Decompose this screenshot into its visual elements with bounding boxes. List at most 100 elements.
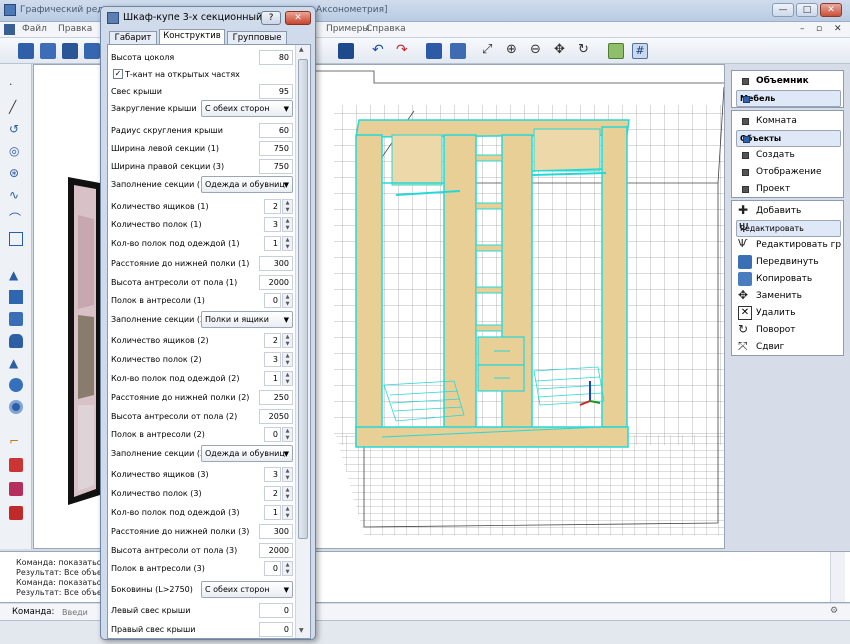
spinner-arrows-icon[interactable]: ▲ ▼ <box>282 236 293 251</box>
property-spinner[interactable]: 0 ▲ ▼ <box>264 561 293 576</box>
save-icon[interactable] <box>338 43 354 59</box>
measure-tool-icon[interactable]: ⌐ <box>9 434 23 448</box>
spinner-value[interactable]: 0 <box>264 561 281 576</box>
dialog-close-button[interactable]: ✕ <box>285 11 311 25</box>
property-value-input[interactable]: 2000 <box>259 275 293 290</box>
spinner-arrows-icon[interactable]: ▲ ▼ <box>282 467 293 482</box>
scroll-thumb[interactable] <box>298 59 308 539</box>
spinner-arrows-icon[interactable]: ▲ ▼ <box>282 486 293 501</box>
property-value-input[interactable]: 750 <box>259 159 293 174</box>
spinner-value[interactable]: 2 <box>264 199 281 214</box>
spinner-arrows-icon[interactable]: ▲ ▼ <box>282 371 293 386</box>
cylinder-tool-icon[interactable] <box>9 334 23 348</box>
zoom-extents-icon[interactable]: ⤢ <box>482 43 498 59</box>
action-group-edit[interactable]: ѰРедактировать гру... <box>736 237 841 253</box>
mdi-restore-icon[interactable]: ▫ <box>816 24 822 34</box>
redo-icon[interactable]: ↷ <box>396 43 412 59</box>
property-value-input[interactable]: 300 <box>259 256 293 271</box>
spinner-arrows-icon[interactable]: ▲ ▼ <box>282 217 293 232</box>
boolean-tool-icon[interactable] <box>9 482 23 496</box>
scroll-up-icon[interactable]: ▲ <box>299 46 304 53</box>
menu-edit[interactable]: Правка <box>58 24 92 34</box>
view-cube-icon[interactable] <box>18 43 34 59</box>
property-value-input[interactable]: 60 <box>259 123 293 138</box>
bezier-tool-icon[interactable]: ⌒ <box>9 210 23 226</box>
settings-gear-icon[interactable]: ⚙ <box>830 606 838 616</box>
property-checkbox[interactable]: ✓ <box>113 69 123 79</box>
view-cube-4-icon[interactable] <box>84 43 100 59</box>
action-rotate[interactable]: ↻ Поворот <box>736 322 841 338</box>
rect-tool-icon[interactable] <box>9 232 23 246</box>
plane-tool-icon[interactable] <box>9 290 23 304</box>
property-value-input[interactable]: 750 <box>259 141 293 156</box>
pan-icon[interactable]: ✥ <box>554 43 570 59</box>
property-spinner[interactable]: 1 ▲ ▼ <box>264 505 293 520</box>
spinner-value[interactable]: 1 <box>264 371 281 386</box>
property-spinner[interactable]: 1 ▲ ▼ <box>264 236 293 251</box>
layers-icon[interactable] <box>450 43 466 59</box>
action-move[interactable]: Передвинуть <box>736 254 841 270</box>
section-item-room[interactable]: Комната <box>736 113 841 129</box>
log-scrollbar[interactable] <box>830 552 845 602</box>
maximize-button[interactable]: □ <box>796 3 818 17</box>
property-spinner[interactable]: 2 ▲ ▼ <box>264 486 293 501</box>
mode-item-volume[interactable]: Объемник <box>736 73 841 89</box>
spinner-value[interactable]: 0 <box>264 293 281 308</box>
property-value-input[interactable]: 2000 <box>259 543 293 558</box>
property-value-input[interactable]: 95 <box>259 84 293 99</box>
line-tool-icon[interactable]: ╱ <box>9 100 23 114</box>
section-item-display[interactable]: Отображение <box>736 164 841 180</box>
property-value-input[interactable]: 250 <box>259 390 293 405</box>
property-spinner[interactable]: 0 ▲ ▼ <box>264 427 293 442</box>
action-copy[interactable]: Копировать <box>736 271 841 287</box>
spinner-value[interactable]: 2 <box>264 486 281 501</box>
arc-tool-icon[interactable]: ↺ <box>9 122 23 136</box>
section-tool-icon[interactable] <box>9 458 23 472</box>
property-value-input[interactable]: 300 <box>259 524 293 539</box>
spinner-value[interactable]: 0 <box>264 427 281 442</box>
action-replace[interactable]: ✥ Заменить <box>736 288 841 304</box>
spinner-value[interactable]: 3 <box>264 352 281 367</box>
tab-group[interactable]: Групповые <box>227 31 287 45</box>
extrude-tool-icon[interactable]: ▲ <box>9 268 23 282</box>
orbit-icon[interactable]: ↻ <box>578 43 594 59</box>
property-value-input[interactable]: 0 <box>259 603 293 618</box>
spinner-value[interactable]: 1 <box>264 505 281 520</box>
render-icon[interactable] <box>608 43 624 59</box>
action-edit[interactable]: Ψ Редактировать <box>736 220 841 237</box>
close-button[interactable]: ✕ <box>820 3 842 17</box>
property-dropdown[interactable]: С обеих сторон ▼ <box>201 100 293 117</box>
property-spinner[interactable]: 2 ▲ ▼ <box>264 333 293 348</box>
property-value-input[interactable]: 80 <box>259 50 293 65</box>
view-cube-3-icon[interactable] <box>62 43 78 59</box>
scroll-down-icon[interactable]: ▼ <box>299 627 304 634</box>
spinner-value[interactable]: 3 <box>264 217 281 232</box>
zoom-in-icon[interactable]: ⊕ <box>506 43 522 59</box>
property-dropdown[interactable]: Одежда и обувниц ▼ <box>201 176 293 193</box>
property-spinner[interactable]: 0 ▲ ▼ <box>264 293 293 308</box>
tab-gabarit[interactable]: Габарит <box>109 31 157 45</box>
mdi-minimize-icon[interactable]: – <box>800 24 805 34</box>
point-tool-icon[interactable]: · <box>9 78 23 92</box>
zoom-out-icon[interactable]: ⊖ <box>530 43 546 59</box>
property-spinner[interactable]: 3 ▲ ▼ <box>264 352 293 367</box>
property-spinner[interactable]: 2 ▲ ▼ <box>264 199 293 214</box>
spinner-arrows-icon[interactable]: ▲ ▼ <box>282 505 293 520</box>
property-dropdown[interactable]: С обеих сторон ▼ <box>201 581 293 598</box>
section-item-create[interactable]: Создать <box>736 147 841 163</box>
spline-tool-icon[interactable]: ∿ <box>9 188 23 202</box>
spinner-value[interactable]: 3 <box>264 467 281 482</box>
property-value-input[interactable]: 0 <box>259 622 293 637</box>
cone-tool-icon[interactable]: ▲ <box>9 356 23 370</box>
layout-icon[interactable] <box>426 43 442 59</box>
spinner-arrows-icon[interactable]: ▲ ▼ <box>282 352 293 367</box>
spinner-arrows-icon[interactable]: ▲ ▼ <box>282 427 293 442</box>
property-spinner[interactable]: 3 ▲ ▼ <box>264 467 293 482</box>
mode-item-furniture[interactable]: Мебель <box>736 90 841 107</box>
spinner-value[interactable]: 1 <box>264 236 281 251</box>
ellipse-tool-icon[interactable]: ⊛ <box>9 166 23 180</box>
circle-tool-icon[interactable]: ◎ <box>9 144 23 158</box>
box-tool-icon[interactable] <box>9 312 23 326</box>
mdi-close-icon[interactable]: ✕ <box>834 24 842 34</box>
section-item-objects[interactable]: Объекты <box>736 130 841 147</box>
